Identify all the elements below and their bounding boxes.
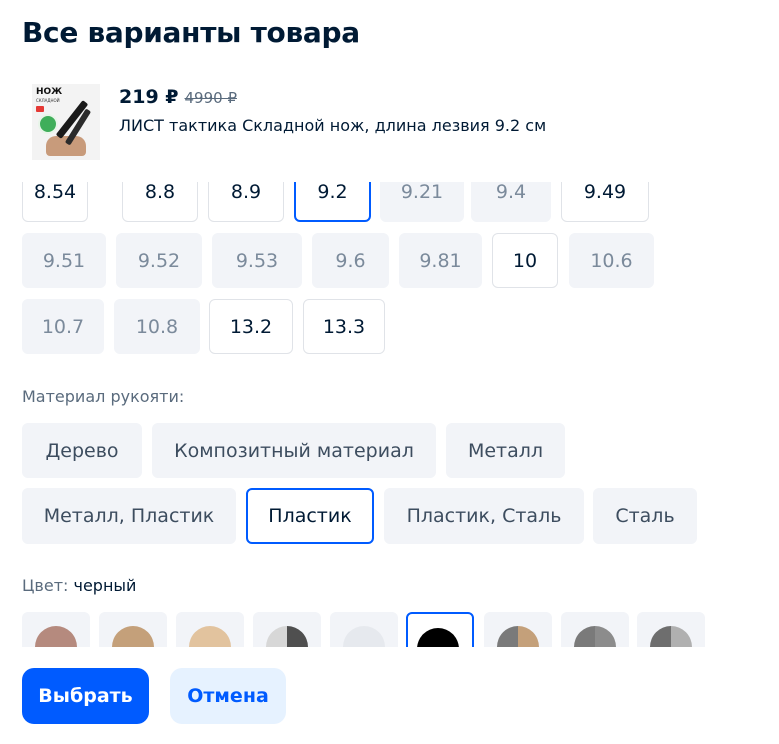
length-option[interactable]: 10.6 — [569, 233, 654, 288]
select-button[interactable]: Выбрать — [22, 668, 149, 724]
length-option[interactable]: 8.9 — [208, 182, 284, 222]
color-dot — [112, 626, 154, 647]
length-option[interactable]: 9.2 — [294, 182, 371, 222]
material-option[interactable]: Пластик — [246, 488, 374, 544]
product-thumbnail: НОЖ СКЛАДНОЙ — [32, 84, 100, 160]
material-label: Материал рукояти: — [22, 387, 185, 406]
length-option[interactable]: 13.3 — [303, 299, 385, 354]
length-option[interactable]: 10.8 — [114, 299, 200, 354]
color-label: Цвет: — [22, 576, 69, 595]
product-summary: НОЖ СКЛАДНОЙ 219 ₽ 4990 ₽ ЛИСТ тактика С… — [22, 84, 546, 160]
length-option[interactable]: 13.2 — [209, 299, 293, 354]
length-option[interactable]: 8.8 — [122, 182, 198, 222]
color-dot — [189, 626, 231, 647]
color-dot — [35, 626, 77, 647]
material-option[interactable]: Металл, Пластик — [22, 488, 236, 544]
thumb-title: НОЖ — [36, 87, 63, 97]
length-option[interactable]: 9.52 — [116, 233, 202, 288]
length-option[interactable]: 9.81 — [399, 233, 482, 288]
color-swatch[interactable] — [406, 612, 474, 647]
color-swatch[interactable] — [176, 612, 244, 647]
color-dot — [417, 628, 459, 647]
color-swatch[interactable] — [561, 612, 629, 647]
material-option[interactable]: Пластик, Сталь — [384, 488, 584, 544]
color-dot — [650, 626, 692, 647]
color-swatch[interactable] — [22, 612, 90, 647]
length-option[interactable]: 9.51 — [22, 233, 106, 288]
material-option[interactable]: Композитный материал — [152, 423, 436, 478]
length-option[interactable]: 8.54 — [22, 182, 88, 222]
old-price: 4990 ₽ — [184, 89, 238, 107]
material-option[interactable]: Сталь — [593, 488, 697, 544]
length-option[interactable]: 9.49 — [561, 182, 649, 222]
color-dot — [497, 626, 539, 647]
color-dot — [266, 626, 308, 647]
current-price: 219 ₽ — [119, 86, 179, 108]
length-option[interactable]: 10 — [492, 233, 558, 288]
quality-seal-icon — [38, 114, 58, 134]
badge-icon — [36, 106, 44, 112]
length-option[interactable]: 9.21 — [380, 182, 464, 222]
material-option[interactable]: Металл — [446, 423, 565, 478]
price-row: 219 ₽ 4990 ₽ — [119, 86, 546, 108]
material-option[interactable]: Дерево — [22, 423, 142, 478]
color-dot — [574, 626, 616, 647]
color-dot — [343, 626, 385, 647]
product-info: 219 ₽ 4990 ₽ ЛИСТ тактика Складной нож, … — [119, 86, 546, 160]
product-name: ЛИСТ тактика Складной нож, длина лезвия … — [119, 116, 547, 135]
color-swatch[interactable] — [253, 612, 321, 647]
length-option[interactable]: 10.7 — [22, 299, 104, 354]
variants-scroll-area[interactable]: 8.54 8.8 8.9 9.2 9.21 9.4 9.49 9.51 9.52 9.53 9.6 9… — [0, 182, 779, 647]
color-swatch[interactable] — [637, 612, 705, 647]
color-swatch[interactable] — [99, 612, 167, 647]
page-title: Все варианты товара — [22, 16, 360, 49]
length-option[interactable]: 9.6 — [312, 233, 389, 288]
thumb-subtitle: СКЛАДНОЙ — [36, 98, 60, 103]
cancel-button[interactable]: Отмена — [170, 668, 286, 724]
length-option[interactable]: 9.53 — [212, 233, 302, 288]
color-swatch[interactable] — [330, 612, 398, 647]
length-option[interactable]: 9.4 — [471, 182, 551, 222]
color-swatch[interactable] — [484, 612, 552, 647]
color-label-row: Цвет: черный — [22, 576, 136, 595]
color-value: черный — [73, 576, 137, 595]
